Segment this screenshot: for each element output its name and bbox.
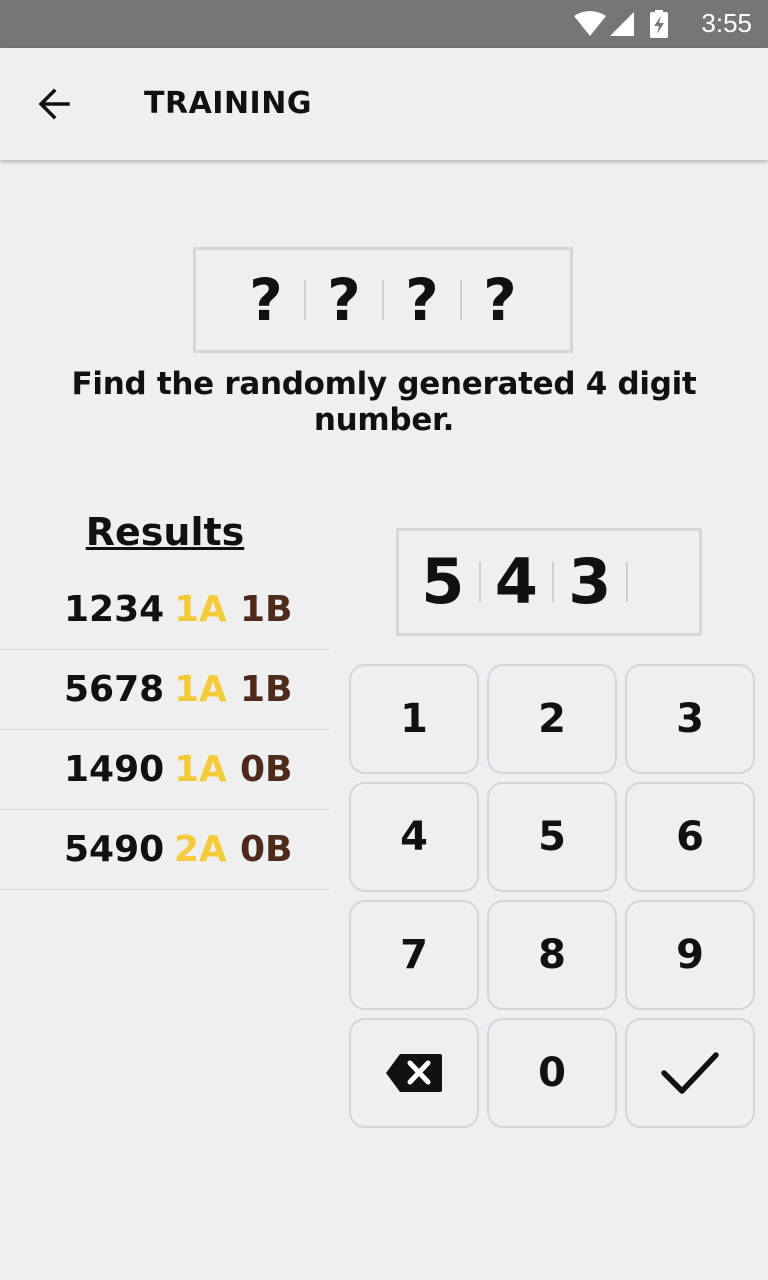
confirm-button[interactable] (625, 1018, 755, 1128)
digit-separator (625, 562, 628, 602)
secret-digit: ? (327, 266, 361, 334)
result-b-score: 0B (240, 749, 293, 790)
signal-icon (610, 12, 634, 36)
key-6-button[interactable]: 6 (625, 782, 755, 892)
arrow-left-icon (38, 88, 70, 120)
secret-digit: ? (249, 266, 283, 334)
status-icons (574, 10, 668, 38)
guess-digit: 4 (494, 545, 538, 618)
key-1-button[interactable]: 1 (349, 664, 479, 774)
instruction-text: Find the randomly generated 4 digit numb… (71, 366, 697, 438)
result-a-score: 2A (174, 829, 227, 870)
key-3-button[interactable]: 3 (625, 664, 755, 774)
result-number: 5490 (64, 829, 165, 870)
guess-display: 5 4 3 (396, 528, 702, 636)
result-number: 5678 (64, 669, 165, 710)
results-title: Results (85, 510, 245, 554)
key-2-button[interactable]: 2 (487, 664, 617, 774)
result-row: 5678 1A 1B (0, 650, 330, 730)
result-row: 1234 1A 1B (0, 570, 330, 650)
secret-digit: ? (483, 266, 517, 334)
result-row: 5490 2A 0B (0, 810, 330, 890)
page-title: TRAINING (144, 86, 312, 121)
backspace-icon (386, 1054, 442, 1092)
result-row: 1490 1A 0B (0, 730, 330, 810)
results-list: 1234 1A 1B 5678 1A 1B 1490 1A 0B 5490 2A… (0, 570, 330, 890)
secret-number-display: ? ? ? ? (193, 247, 573, 353)
result-b-score: 1B (240, 589, 293, 630)
wifi-icon (574, 11, 606, 36)
result-a-score: 1A (174, 669, 227, 710)
key-8-button[interactable]: 8 (487, 900, 617, 1010)
result-a-score: 1A (174, 589, 227, 630)
result-number: 1490 (64, 749, 165, 790)
result-b-score: 0B (240, 829, 293, 870)
result-number: 1234 (64, 589, 165, 630)
delete-button[interactable] (349, 1018, 479, 1128)
key-7-button[interactable]: 7 (349, 900, 479, 1010)
battery-charging-icon (650, 10, 668, 38)
guess-digit: 3 (568, 545, 612, 618)
back-button[interactable] (30, 82, 82, 126)
result-b-score: 1B (240, 669, 293, 710)
status-bar: 3:55 (0, 0, 768, 48)
key-9-button[interactable]: 9 (625, 900, 755, 1010)
key-0-button[interactable]: 0 (487, 1018, 617, 1128)
guess-digit: 5 (421, 545, 465, 618)
app-bar: TRAINING (0, 48, 768, 160)
status-time: 3:55 (701, 8, 752, 38)
result-a-score: 1A (174, 749, 227, 790)
secret-digit: ? (405, 266, 439, 334)
key-4-button[interactable]: 4 (349, 782, 479, 892)
key-5-button[interactable]: 5 (487, 782, 617, 892)
check-icon (661, 1052, 719, 1094)
